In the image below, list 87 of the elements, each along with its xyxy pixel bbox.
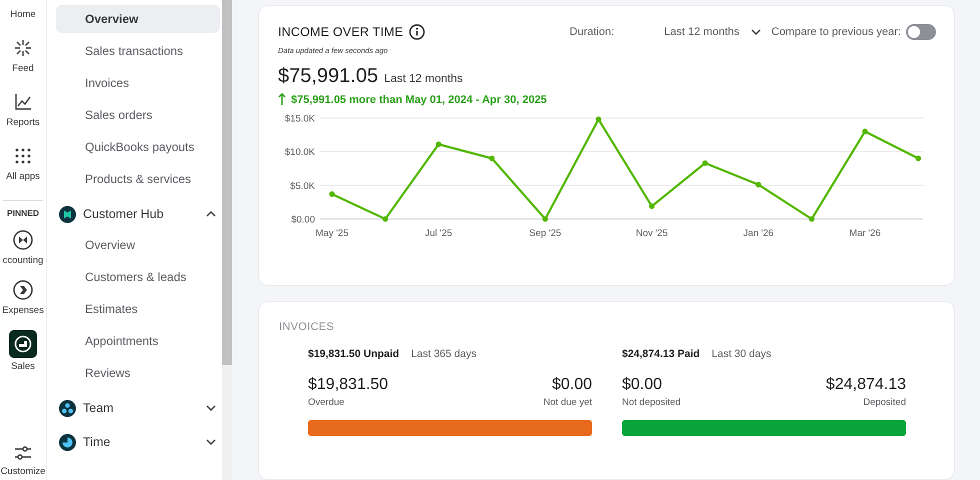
pinned-heading: PINNED	[6, 207, 40, 219]
chevron-up-icon	[206, 211, 216, 217]
duration-label: Duration:	[570, 26, 614, 38]
y-axis-label: $15.0K	[284, 114, 315, 124]
data-point	[649, 203, 655, 209]
chevron-down-icon	[206, 405, 216, 411]
nav-group[interactable]: Time	[56, 425, 220, 459]
group-label: Time	[83, 435, 112, 449]
data-point	[436, 141, 442, 148]
amount-label: Not due yet	[543, 397, 592, 408]
data-point	[542, 216, 548, 222]
burst-icon	[14, 39, 32, 57]
chevron-circle-icon	[12, 280, 33, 300]
invoice-summary: $24,874.13 Paid	[622, 348, 700, 360]
selected-app-tile[interactable]	[9, 330, 37, 358]
data-point	[382, 216, 388, 222]
nav-item[interactable]: Products & services	[56, 165, 220, 193]
info-icon[interactable]	[409, 24, 426, 40]
x-axis-label: Jan '26	[743, 228, 774, 239]
amount-value: $24,874.13	[826, 376, 906, 394]
nav-item[interactable]: Customers & leads	[56, 263, 220, 291]
amount-label: Overdue	[308, 397, 344, 408]
period-label: Last 12 months	[384, 73, 463, 85]
line-chart-icon	[14, 93, 32, 111]
scrollbar[interactable]	[222, 0, 232, 480]
compare-toggle[interactable]	[906, 24, 936, 40]
data-point	[862, 128, 868, 134]
arrow-up-icon	[278, 93, 286, 106]
data-point	[702, 160, 708, 166]
data-point	[916, 156, 922, 162]
data-point	[596, 116, 602, 122]
rail-label[interactable]: Feed	[12, 63, 34, 75]
amount-value: $0.00	[552, 376, 592, 394]
data-point	[489, 156, 495, 162]
nav-item[interactable]: QuickBooks payouts	[56, 133, 220, 161]
nav-group[interactable]: Customer Hub	[56, 197, 220, 231]
x-axis-label: Nov '25	[636, 228, 668, 239]
group-label: Customer Hub	[83, 207, 165, 221]
chevron-down-icon	[751, 29, 762, 35]
data-point	[329, 191, 335, 197]
rail-label[interactable]: Expenses	[2, 305, 44, 317]
group-label: Team	[83, 401, 115, 415]
period-label: Last 365 days	[411, 348, 476, 360]
nav-item[interactable]: Estimates	[56, 295, 220, 323]
x-axis-label: May '25	[316, 228, 348, 239]
grid-dots-icon	[15, 148, 31, 164]
clock-icon	[59, 434, 76, 450]
amount-label: Not deposited	[622, 397, 681, 408]
sales-icon	[14, 335, 32, 353]
amount-label: Deposited	[863, 397, 906, 408]
rail-label[interactable]: Reports	[6, 117, 40, 129]
rail-label[interactable]: Sales	[11, 361, 35, 373]
data-point	[808, 216, 814, 222]
chevron-down-icon	[206, 439, 216, 445]
team-icon	[59, 400, 76, 416]
income-total: $75,991.05	[278, 65, 378, 88]
y-axis-label: $0.00	[291, 214, 315, 226]
change-text: $75,991.05 more than May 01, 2024 - Apr 30, 2025	[291, 94, 547, 106]
rail-label[interactable]: ccounting	[2, 255, 44, 267]
nav-group[interactable]: Team	[56, 391, 220, 425]
x-axis-label: Mar '26	[849, 228, 881, 239]
y-axis-label: $5.0K	[290, 180, 315, 192]
nav-item[interactable]: Sales orders	[56, 101, 220, 129]
compare-label: Compare to previous year:	[771, 26, 901, 38]
x-axis-label: Jul '25	[425, 228, 452, 239]
bowtie-circle-icon	[12, 230, 33, 250]
nav-item[interactable]: Overview	[56, 5, 220, 33]
rail-label[interactable]: Customize	[0, 466, 46, 478]
rail-label[interactable]: Home	[10, 9, 36, 21]
nav-item[interactable]: Sales transactions	[56, 37, 220, 65]
y-axis-label: $10.0K	[284, 147, 315, 158]
rail-label[interactable]: All apps	[6, 171, 40, 183]
hub-icon	[59, 206, 76, 222]
amount-value: $0.00	[622, 376, 662, 394]
amount-value: $19,831.50	[308, 376, 388, 394]
sliders-icon	[14, 445, 32, 461]
nav-item[interactable]: Overview	[56, 231, 220, 259]
card-title: INCOME OVER TIME	[278, 25, 404, 39]
duration-dropdown[interactable]: Last 12 months	[664, 26, 762, 38]
card-title: INVOICES	[279, 321, 335, 333]
nav-item[interactable]: Appointments	[56, 327, 220, 355]
data-point	[756, 182, 762, 188]
period-label: Last 30 days	[712, 348, 772, 360]
nav-item[interactable]: Reviews	[56, 359, 220, 387]
nav-item[interactable]: Invoices	[56, 69, 220, 97]
invoice-summary: $19,831.50 Unpaid	[308, 348, 400, 360]
x-axis-label: Sep '25	[529, 228, 562, 239]
